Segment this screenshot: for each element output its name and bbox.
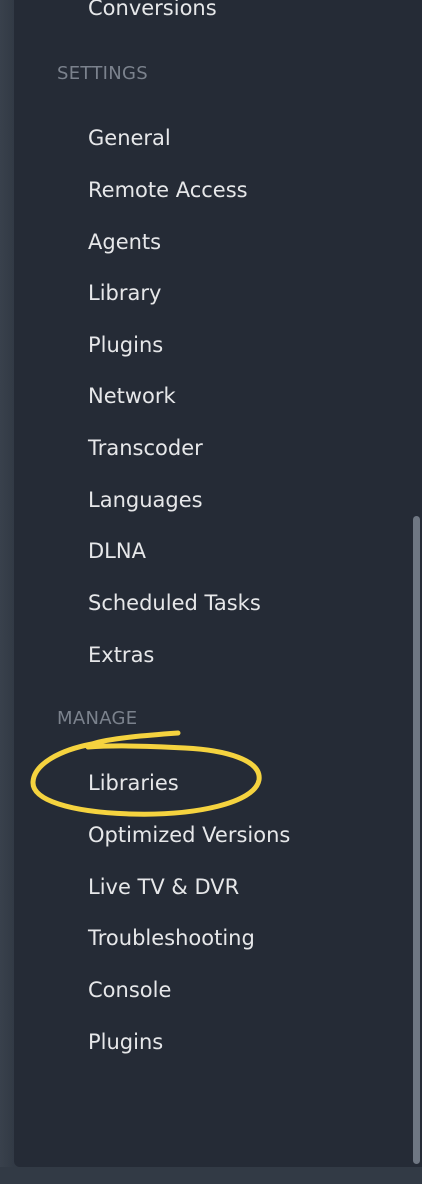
bottom-edge bbox=[0, 1167, 422, 1184]
sidebar-item-languages[interactable]: Languages bbox=[88, 490, 203, 511]
settings-sidebar bbox=[14, 0, 422, 1167]
sidebar-item-plugins[interactable]: Plugins bbox=[88, 335, 163, 356]
section-header-manage: MANAGE bbox=[57, 708, 138, 729]
sidebar-item-console[interactable]: Console bbox=[88, 980, 171, 1001]
scrollbar-thumb[interactable] bbox=[413, 516, 420, 1164]
section-header-settings: SETTINGS bbox=[57, 63, 149, 84]
sidebar-item-remote-access[interactable]: Remote Access bbox=[88, 180, 248, 201]
sidebar-item-general[interactable]: General bbox=[88, 128, 171, 149]
sidebar-item-live-tv-dvr[interactable]: Live TV & DVR bbox=[88, 877, 239, 898]
sidebar-item-dlna[interactable]: DLNA bbox=[88, 541, 146, 562]
sidebar-item-agents[interactable]: Agents bbox=[88, 232, 161, 253]
sidebar-item-transcoder[interactable]: Transcoder bbox=[88, 438, 203, 459]
sidebar-item-scheduled-tasks[interactable]: Scheduled Tasks bbox=[88, 593, 261, 614]
sidebar-item-optimized-versions[interactable]: Optimized Versions bbox=[88, 825, 290, 846]
sidebar-item-network[interactable]: Network bbox=[88, 386, 176, 407]
sidebar-item-manage-plugins[interactable]: Plugins bbox=[88, 1032, 163, 1053]
sidebar-item-library[interactable]: Library bbox=[88, 283, 161, 304]
sidebar-item-libraries[interactable]: Libraries bbox=[88, 773, 179, 794]
sidebar-item-conversions[interactable]: Conversions bbox=[88, 0, 217, 19]
sidebar-item-extras[interactable]: Extras bbox=[88, 645, 154, 666]
sidebar-item-troubleshooting[interactable]: Troubleshooting bbox=[88, 928, 255, 949]
